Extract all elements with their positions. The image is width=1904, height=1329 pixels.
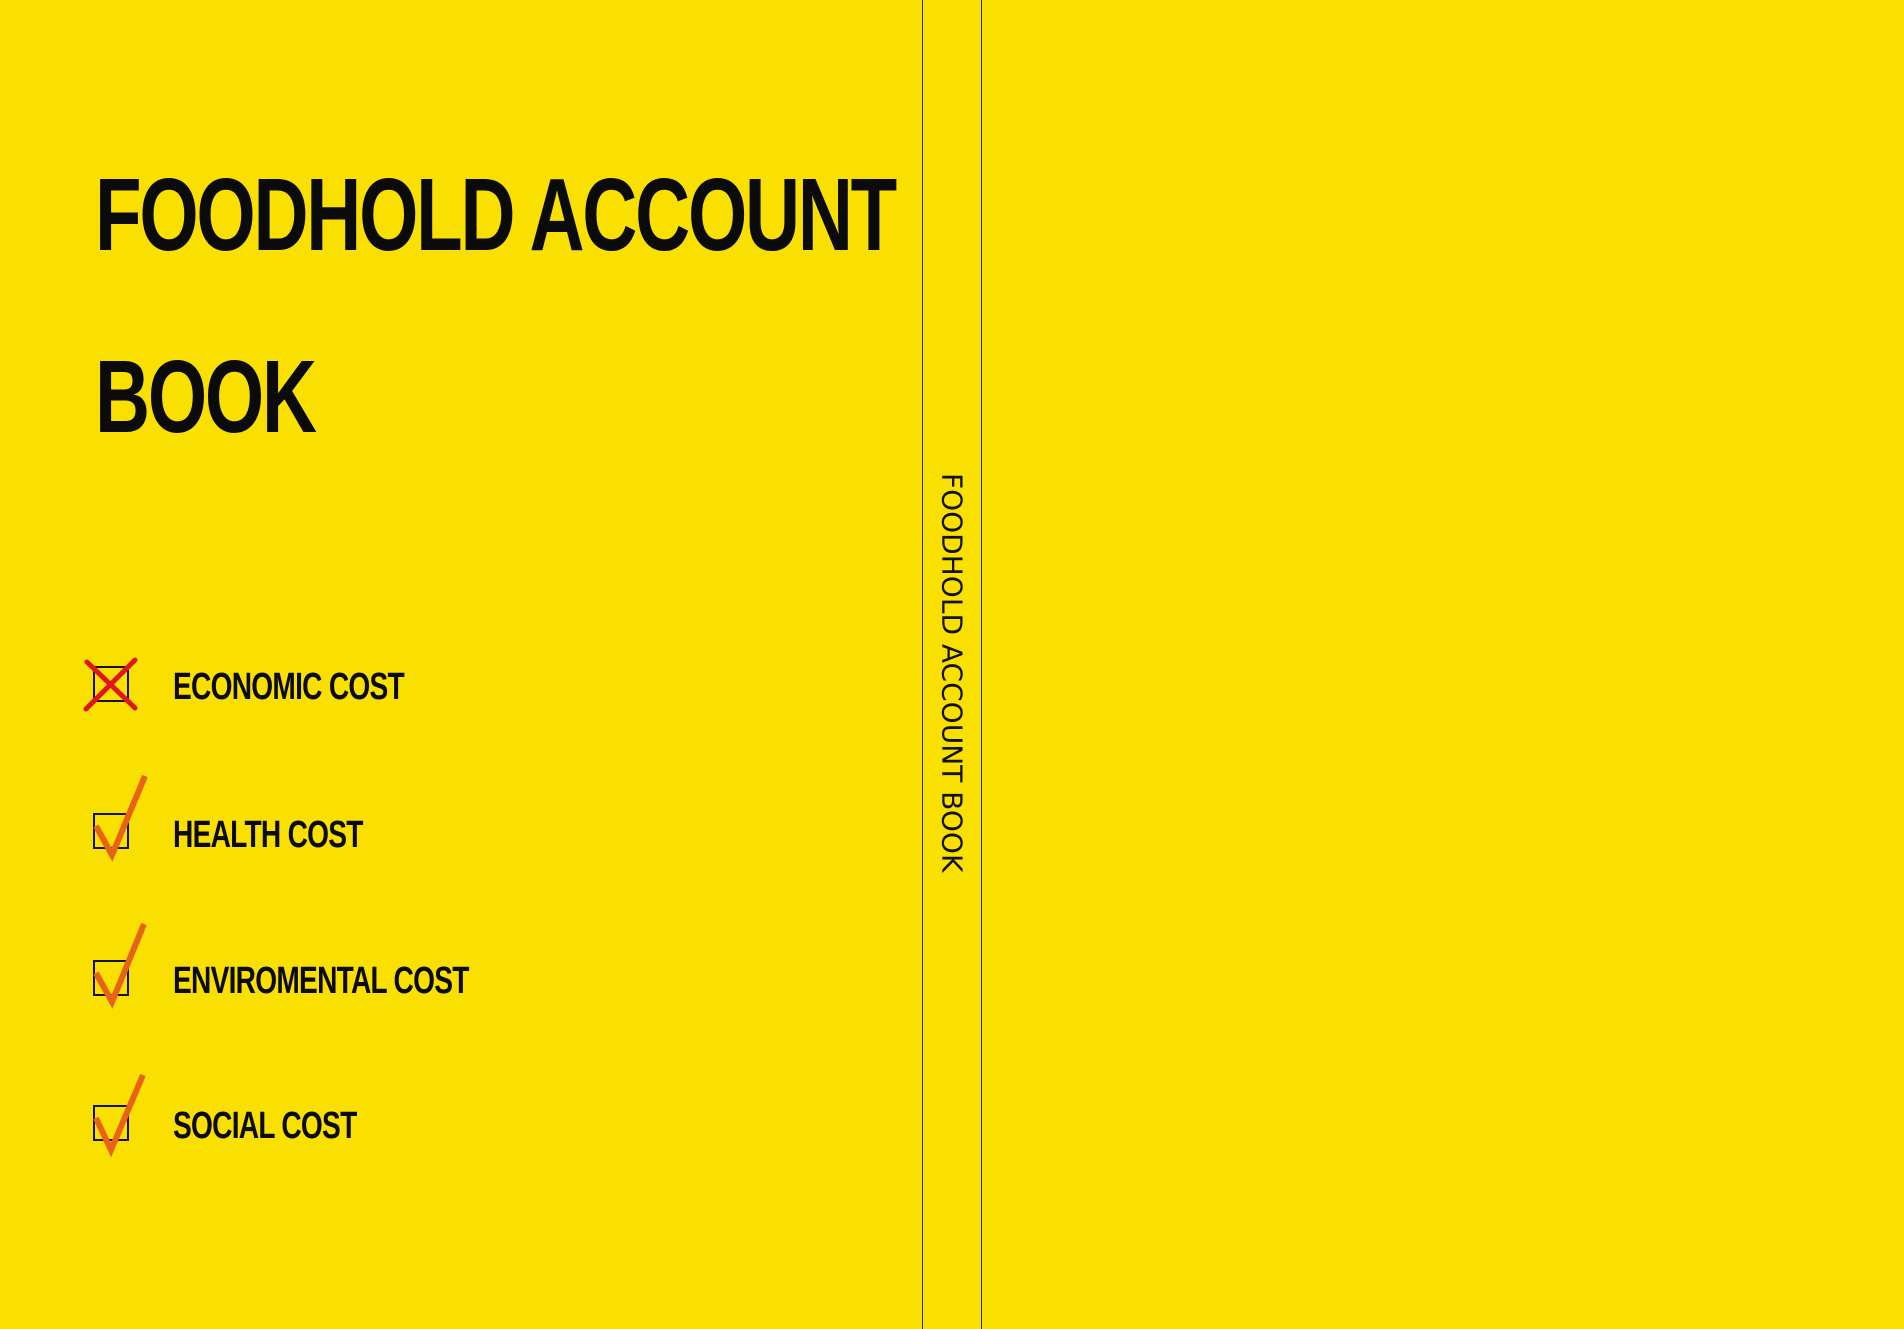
orange-checkmark-icon — [82, 1073, 152, 1163]
orange-checkmark-icon — [82, 922, 152, 1014]
cost-label-enviromental: ENVIROMENTAL COST — [173, 960, 469, 1002]
red-x-icon — [82, 657, 152, 750]
cost-label-health: HEALTH COST — [173, 814, 363, 856]
cost-item-enviromental: ENVIROMENTAL COST — [82, 922, 542, 1009]
book-spine: FOODHOLD ACCOUNT BOOK — [922, 0, 982, 1329]
cost-item-social: SOCIAL COST — [82, 1073, 542, 1158]
cost-item-health: HEALTH COST — [82, 774, 542, 862]
front-cover: FOODHOLD ACCOUNT BOOK ECONOMIC COST HEAL… — [0, 0, 922, 1329]
orange-checkmark-icon — [82, 774, 152, 866]
back-cover — [982, 0, 1904, 1329]
spine-title: FOODHOLD ACCOUNT BOOK — [935, 473, 969, 873]
cost-label-economic: ECONOMIC COST — [173, 666, 405, 708]
cost-label-social: SOCIAL COST — [173, 1105, 357, 1147]
cover-title-line-2: BOOK — [95, 339, 317, 454]
cover-title-line-1: FOODHOLD ACCOUNT — [95, 157, 897, 272]
cost-item-economic: ECONOMIC COST — [82, 657, 542, 720]
